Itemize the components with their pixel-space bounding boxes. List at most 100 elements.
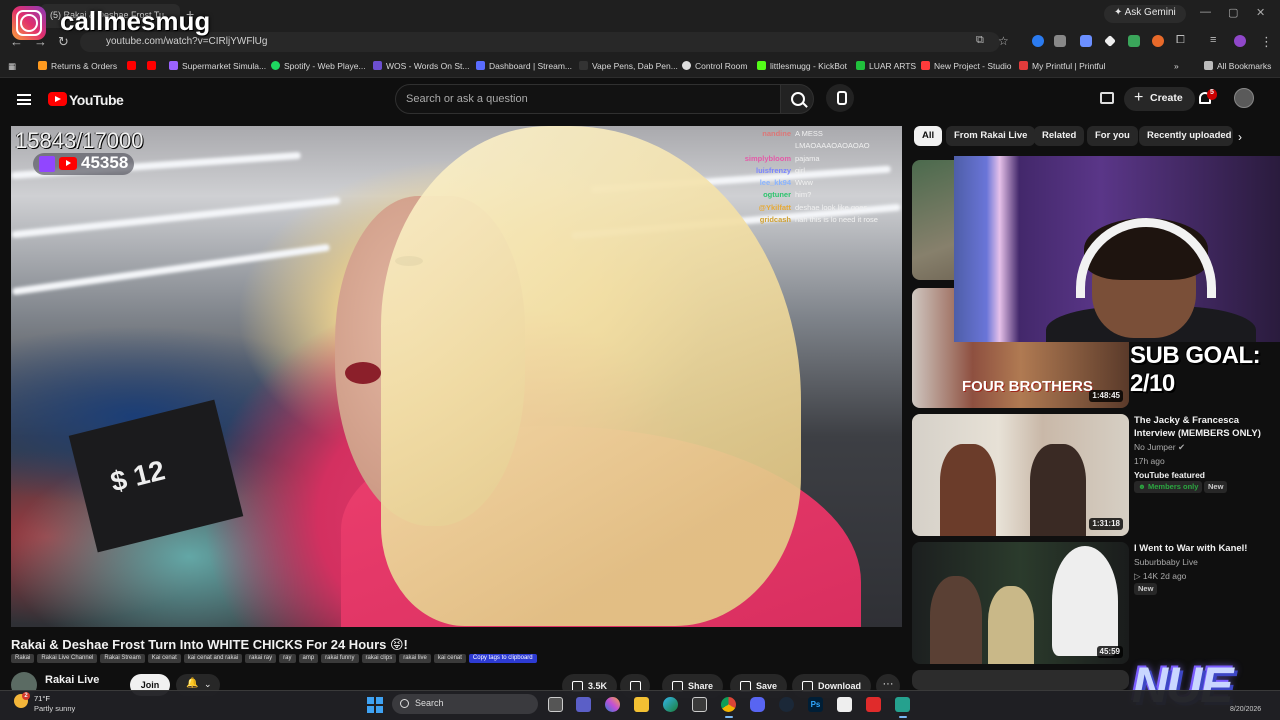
taskbar-date[interactable]: 8/20/2026: [1230, 706, 1261, 713]
video-tag[interactable]: rakai clips: [361, 654, 397, 663]
minimize-icon[interactable]: —: [1200, 6, 1211, 18]
search-button[interactable]: [780, 84, 814, 114]
video-tag[interactable]: Rakai Live Channel: [37, 654, 98, 663]
apps-grid-icon[interactable]: ▦: [8, 61, 16, 72]
chat-message: lee_kk94 Www: [759, 178, 813, 188]
chip-all[interactable]: All: [914, 126, 943, 146]
profile-avatar-icon[interactable]: [1234, 35, 1246, 47]
chip-related[interactable]: Related: [1034, 126, 1085, 146]
thumbnail-person: [988, 586, 1034, 664]
task-view-icon[interactable]: [548, 697, 563, 712]
maximize-icon[interactable]: ▢: [1228, 6, 1238, 19]
bookmark-item[interactable]: New Project - Studio: [921, 61, 1011, 71]
video-tag[interactable]: Rakai: [11, 654, 35, 663]
store-icon[interactable]: [692, 697, 707, 712]
address-input[interactable]: youtube.com/watch?v=CIRljYWFlUg: [80, 32, 1000, 52]
extension-icon[interactable]: [1054, 35, 1066, 47]
chat-message: @Ykilfatt deshae look like goes: [758, 202, 868, 212]
video-title[interactable]: The Jacky & Francesca Interview (MEMBERS…: [1134, 414, 1274, 440]
bookmark-favicon-icon: [38, 61, 47, 70]
browser-menu-icon[interactable]: ⋮: [1260, 34, 1273, 50]
video-player[interactable]: $ 12 15843/17000 45358 nandine A MESS LMA…: [11, 126, 902, 627]
voice-search-icon[interactable]: [826, 84, 854, 112]
bookmark-item[interactable]: WOS - Words On St...: [373, 61, 469, 71]
reading-list-icon[interactable]: ≡: [1210, 34, 1216, 46]
video-duration: 1:31:18: [1089, 518, 1123, 530]
bookmark-item[interactable]: Control Room: [682, 61, 747, 71]
chip-recently-uploaded[interactable]: Recently uploaded: [1139, 126, 1233, 146]
bookmark-item[interactable]: Returns & Orders: [38, 61, 117, 71]
edge-icon[interactable]: [663, 697, 678, 712]
video-tag[interactable]: ray: [279, 654, 296, 663]
teams-icon[interactable]: [576, 697, 591, 712]
bookmark-item[interactable]: littlesmugg - KickBot: [757, 61, 847, 71]
close-icon[interactable]: ✕: [1256, 6, 1265, 19]
extension-icon[interactable]: [1100, 92, 1114, 104]
new-badge: New: [1134, 583, 1158, 595]
extension-icon[interactable]: [1032, 35, 1044, 47]
menu-icon[interactable]: [17, 94, 31, 105]
create-button[interactable]: Create: [1124, 87, 1195, 111]
bookmark-item[interactable]: My Printful | Printful: [1019, 61, 1106, 71]
bookmark-item[interactable]: LUAR ARTS: [856, 61, 916, 71]
chip-for-you[interactable]: For you: [1087, 126, 1138, 146]
video-tag[interactable]: Rakai Stream: [100, 654, 145, 663]
copilot-icon[interactable]: [605, 697, 620, 712]
thumbnail-person: [930, 576, 982, 664]
bookmark-favicon-icon: [921, 61, 930, 70]
youtube-logo-icon[interactable]: [48, 92, 67, 106]
extension-icon[interactable]: [1080, 35, 1092, 47]
install-app-icon[interactable]: ⧉: [976, 34, 984, 47]
extension-icon[interactable]: [1128, 35, 1140, 47]
video-tag[interactable]: kai cenat: [433, 654, 466, 663]
windows-start-icon[interactable]: [367, 697, 383, 713]
steam-icon[interactable]: [779, 697, 794, 712]
notepad-icon[interactable]: [837, 697, 852, 712]
chevron-right-icon[interactable]: ›: [1238, 130, 1242, 144]
chat-message: ogtuner him?: [763, 190, 812, 200]
video-thumbnail[interactable]: [912, 670, 1129, 690]
bookmarks-overflow-icon[interactable]: »: [1174, 61, 1179, 71]
video-tag[interactable]: rakai funny: [321, 654, 359, 663]
all-bookmarks-button[interactable]: All Bookmarks: [1204, 61, 1271, 71]
bookmark-item[interactable]: Spotify - Web Playe...: [271, 61, 366, 71]
video-thumbnail[interactable]: 45:59: [912, 542, 1129, 664]
account-avatar[interactable]: [1234, 88, 1254, 108]
video-tag[interactable]: kai cenat and rakai: [183, 654, 243, 663]
bookmark-item[interactable]: Supermarket Simula...: [169, 61, 266, 71]
app-icon[interactable]: [866, 697, 881, 712]
extensions-puzzle-icon[interactable]: ⧠: [1176, 34, 1185, 47]
bookmark-favicon-icon: [682, 61, 691, 70]
chip-from-channel[interactable]: From Rakai Live: [946, 126, 1036, 146]
bookmark-item[interactable]: [127, 61, 140, 71]
ask-gemini-button[interactable]: ✦ Ask Gemini: [1104, 5, 1186, 23]
video-tag[interactable]: rakai ray: [245, 654, 277, 663]
video-title[interactable]: I Went to War with Kanel!: [1134, 542, 1274, 555]
search-input[interactable]: Search or ask a question: [395, 84, 781, 114]
youtube-logo-text[interactable]: YouTube: [69, 92, 124, 108]
channel-name[interactable]: Rakai Live: [45, 674, 99, 686]
file-explorer-icon[interactable]: [634, 697, 649, 712]
weather-temperature[interactable]: 71°F: [34, 694, 50, 703]
video-channel[interactable]: Suburbbaby Live: [1134, 556, 1198, 569]
bookmark-item[interactable]: [147, 61, 160, 71]
copy-tags-button[interactable]: Copy tags to clipboard: [468, 654, 537, 663]
taskbar-search[interactable]: Search: [392, 694, 538, 714]
bookmark-favicon-icon: [1019, 61, 1028, 70]
bookmark-item[interactable]: Vape Pens, Dab Pen...: [579, 61, 678, 71]
video-tag[interactable]: Kai cenat: [147, 654, 181, 663]
chrome-icon[interactable]: [721, 697, 736, 712]
bookmark-star-icon[interactable]: ☆: [998, 34, 1009, 48]
video-tag[interactable]: amp: [298, 654, 319, 663]
active-app-indicator: [899, 716, 907, 718]
video-title-main: Rakai & Deshae Frost Turn Into WHITE CHI…: [11, 637, 408, 652]
photoshop-icon[interactable]: Ps: [808, 697, 823, 712]
video-channel[interactable]: No Jumper ✔: [1134, 441, 1185, 454]
video-thumbnail[interactable]: 1:31:18: [912, 414, 1129, 536]
video-tag[interactable]: rakai live: [399, 654, 431, 663]
discord-icon[interactable]: [750, 697, 765, 712]
weather-condition[interactable]: Partly sunny: [34, 704, 75, 713]
bookmark-item[interactable]: Dashboard | Stream...: [476, 61, 572, 71]
app-icon[interactable]: [895, 697, 910, 712]
extension-icon[interactable]: [1152, 35, 1164, 47]
